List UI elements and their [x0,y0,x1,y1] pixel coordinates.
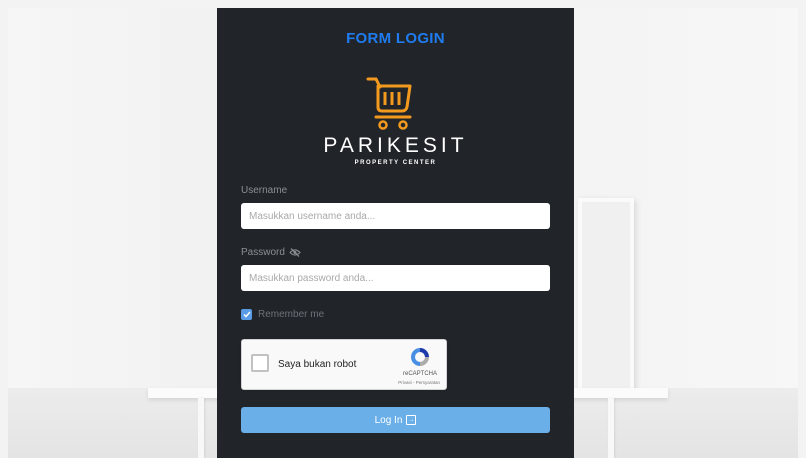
remember-me-checkbox[interactable] [241,309,252,320]
recaptcha-brand: reCAPTCHA [402,371,437,377]
password-input[interactable] [241,265,550,291]
form-title: FORM LOGIN [346,30,445,47]
recaptcha-label: Saya bukan robot [278,359,357,370]
password-label: Password [241,247,301,258]
shopping-cart-icon [366,77,412,130]
password-label-text: Password [241,247,285,258]
username-input[interactable] [241,203,550,229]
recaptcha-widget: Saya bukan robot reCAPTCHA Privasi - Per… [241,339,447,390]
brand-tagline: PROPERTY CENTER [354,160,437,166]
recaptcha-checkbox[interactable] [251,354,269,372]
username-label-text: Username [241,185,288,196]
username-label: Username [241,185,287,196]
background-picture-frame [578,198,634,396]
checkmark-icon [242,311,251,318]
recaptcha-logo-icon [411,348,429,366]
remember-me-label: Remember me [258,309,325,320]
sign-in-icon: → [406,415,417,425]
brand-name: PARIKESIT [323,134,468,157]
login-button[interactable]: Log In → [241,407,550,433]
recaptcha-terms-link[interactable]: Privasi - Persyaratan [398,380,440,385]
login-button-label: Log In [374,414,403,426]
remember-me[interactable]: Remember me [241,309,324,320]
background-table-leg [198,398,204,458]
background-table-leg [608,398,614,458]
eye-slash-icon[interactable] [289,248,301,257]
login-panel: FORM LOGIN PARIKESIT PROPERTY CENTER Use… [217,8,574,458]
